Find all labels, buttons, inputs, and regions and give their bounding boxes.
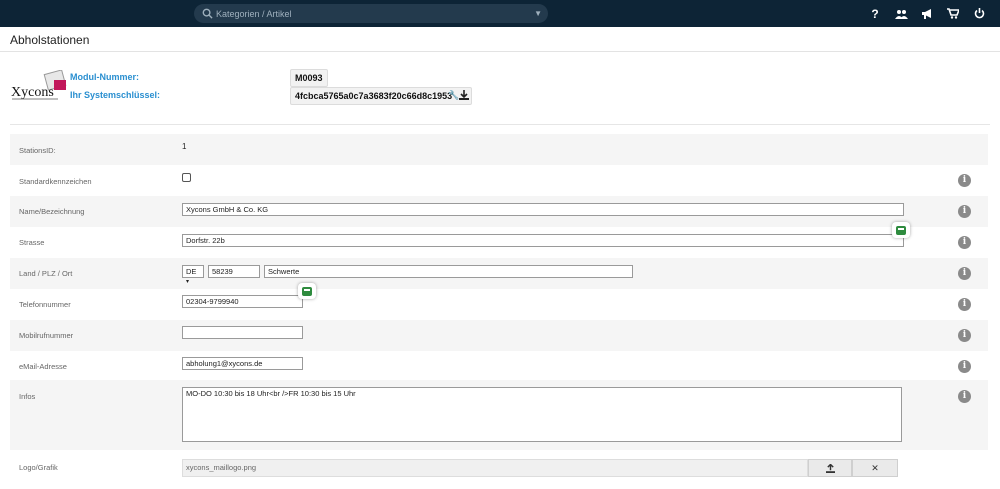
- email-input[interactable]: abholung1@xycons.de: [182, 357, 303, 370]
- system-key-text: 4fcbca5765a0c7a3683f20c66d8c1953: [295, 91, 453, 101]
- search-icon: [202, 8, 213, 19]
- system-key-label: Ihr Systemschlüssel:: [70, 90, 161, 100]
- info-icon[interactable]: i: [958, 329, 971, 342]
- search-box[interactable]: ▼: [194, 4, 548, 23]
- info-icon[interactable]: i: [958, 360, 971, 373]
- system-key-value: 4fcbca5765a0c7a3683f20c66d8c1953: [290, 87, 472, 105]
- close-icon: ✕: [871, 463, 879, 473]
- page-header: Abholstationen: [0, 27, 1000, 52]
- page-title: Abholstationen: [10, 33, 90, 47]
- strasse-label: Strasse: [19, 238, 45, 247]
- divider: [10, 124, 990, 125]
- row-name: Name/Bezeichnung Xycons GmbH & Co. KG i: [10, 196, 988, 227]
- standard-label: Standardkennzeichen: [19, 177, 92, 186]
- logo-file-input[interactable]: xycons_maillogo.png: [182, 459, 808, 477]
- mobil-label: Mobilrufnummer: [19, 331, 74, 340]
- upload-button[interactable]: [808, 459, 852, 477]
- standard-checkbox[interactable]: [182, 173, 191, 182]
- chevron-down-icon[interactable]: ▼: [534, 9, 542, 18]
- row-standard: Standardkennzeichen i: [10, 165, 988, 196]
- land-label: Land / PLZ / Ort: [19, 269, 73, 278]
- top-navbar: ▼ ?: [0, 0, 1000, 27]
- wrench-icon[interactable]: 🔧: [448, 90, 459, 101]
- row-land: Land / PLZ / Ort DE ▾ 58239 Schwerte i: [10, 258, 988, 289]
- logo-text: Xycons: [11, 85, 54, 100]
- xycons-logo: Xycons: [10, 69, 70, 104]
- info-icon[interactable]: i: [958, 390, 971, 403]
- row-email: eMail-Adresse abholung1@xycons.de i: [10, 351, 988, 382]
- row-logo: Logo/Grafik xycons_maillogo.png ✕: [10, 452, 988, 483]
- row-stationsid: StationsID: 1: [10, 134, 988, 165]
- mobil-input[interactable]: [182, 326, 303, 339]
- info-icon[interactable]: i: [958, 174, 971, 187]
- info-icon[interactable]: i: [958, 267, 971, 280]
- logo-label: Logo/Grafik: [19, 463, 58, 472]
- infos-label: Infos: [19, 392, 36, 401]
- phone-helper-icon[interactable]: [298, 283, 316, 299]
- users-icon[interactable]: [888, 0, 914, 27]
- stationsid-label: StationsID:: [19, 146, 56, 155]
- name-input[interactable]: Xycons GmbH & Co. KG: [182, 203, 904, 216]
- power-icon[interactable]: [966, 0, 992, 27]
- row-infos: Infos MO-DO 10:30 bis 18 Uhr<br />FR 10:…: [10, 380, 988, 450]
- row-telefon: Telefonnummer 02304-9799940 i: [10, 289, 988, 320]
- strasse-input[interactable]: Dorfstr. 22b: [182, 234, 904, 247]
- modul-number-value: M0093: [290, 69, 328, 87]
- row-strasse: Strasse Dorfstr. 22b i: [10, 227, 988, 258]
- download-icon[interactable]: [459, 90, 469, 100]
- modul-number-label: Modul-Nummer:: [70, 72, 139, 82]
- info-icon[interactable]: i: [958, 205, 971, 218]
- info-icon[interactable]: i: [958, 236, 971, 249]
- help-icon[interactable]: ?: [862, 0, 888, 27]
- telefon-input[interactable]: 02304-9799940: [182, 295, 303, 308]
- plz-input[interactable]: 58239: [208, 265, 260, 278]
- name-label: Name/Bezeichnung: [19, 207, 85, 216]
- infos-textarea[interactable]: MO-DO 10:30 bis 18 Uhr<br />FR 10:30 bis…: [182, 387, 902, 442]
- stationsid-value: 1: [182, 142, 187, 151]
- chevron-down-icon: ▾: [186, 279, 190, 285]
- country-value: DE: [186, 267, 197, 276]
- upload-icon: [825, 463, 835, 473]
- country-select[interactable]: DE ▾: [182, 265, 204, 285]
- megaphone-icon[interactable]: [914, 0, 940, 27]
- cart-icon[interactable]: [940, 0, 966, 27]
- telefon-label: Telefonnummer: [19, 300, 71, 309]
- row-mobil: Mobilrufnummer i: [10, 320, 988, 351]
- remove-button[interactable]: ✕: [852, 459, 898, 477]
- ort-input[interactable]: Schwerte: [264, 265, 633, 278]
- search-input[interactable]: [216, 6, 516, 21]
- address-helper-icon[interactable]: [892, 222, 910, 238]
- email-label: eMail-Adresse: [19, 362, 67, 371]
- info-icon[interactable]: i: [958, 298, 971, 311]
